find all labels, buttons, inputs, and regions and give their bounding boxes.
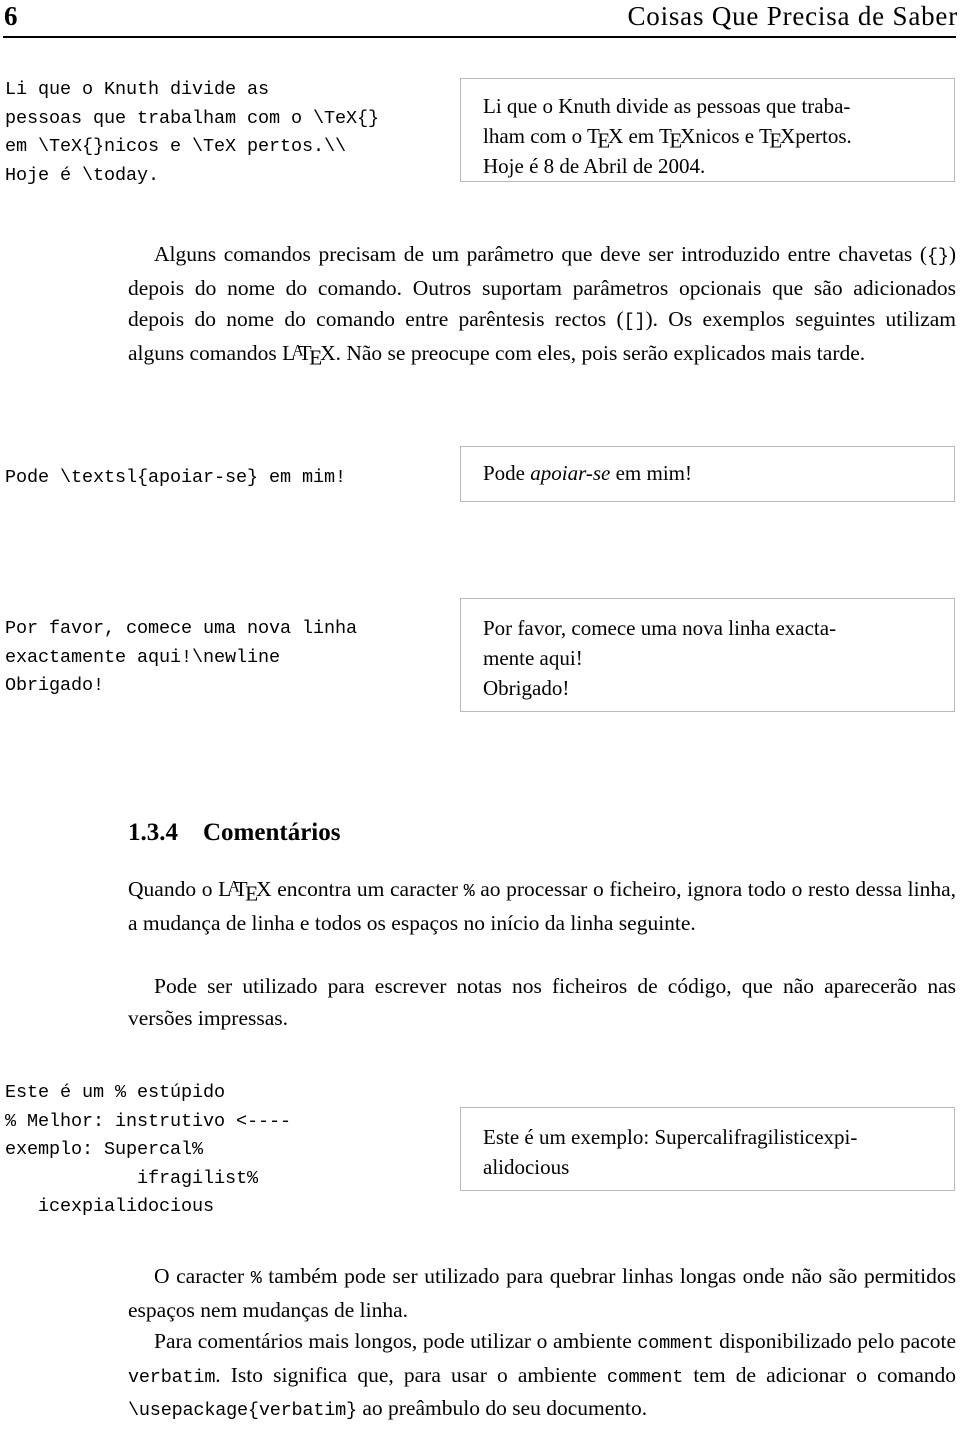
code-line: Este é um % estúpido bbox=[5, 1082, 226, 1103]
output-line-text: Este é um exemplo: Supercalifragilistice… bbox=[483, 1125, 858, 1149]
paragraph-comentarios-1: Quando o LATEX encontra um caracter % ao… bbox=[128, 874, 956, 939]
output-line: Por favor, comece uma nova linha exacta- bbox=[483, 613, 932, 643]
inline-code-percent: % bbox=[250, 1268, 262, 1289]
code-line: em \TeX{}nicos e \TeX pertos.\\ bbox=[5, 136, 347, 157]
header-rule bbox=[3, 36, 956, 38]
output-line-text: Obrigado! bbox=[483, 676, 570, 700]
inline-code-usepackage: \usepackage{verbatim} bbox=[128, 1400, 357, 1421]
output-line: lham com o TEX em TEXnicos e TEXpertos. bbox=[483, 121, 932, 153]
output-line-text: alidocious bbox=[483, 1155, 570, 1179]
inline-code-verbatim: verbatim bbox=[128, 1366, 216, 1388]
output-line: Li que o Knuth divide as pessoas que tra… bbox=[483, 91, 932, 121]
code-line: pessoas que trabalham com o \TeX{} bbox=[5, 107, 380, 129]
paragraph-text: . Não se preocupe com eles, pois serão e… bbox=[335, 340, 866, 365]
inline-code-comment: comment bbox=[606, 1366, 684, 1388]
code-sample-tex-knuth: Li que o Knuth divide as pessoas que tra… bbox=[5, 76, 435, 190]
code-line: Pode \textsl{apoiar-se} em mim! bbox=[5, 467, 347, 488]
code-line: Li que o Knuth divide as bbox=[5, 79, 270, 100]
paragraph-verbatim: Para comentários mais longos, pode utili… bbox=[128, 1326, 956, 1427]
code-line: icexpialidocious bbox=[5, 1196, 215, 1217]
paragraph-text: encontra um caracter bbox=[271, 877, 464, 901]
paragraph-parametros: Alguns comandos precisam de um parâmetro… bbox=[128, 239, 956, 371]
output-text-tex-knuth: Li que o Knuth divide as pessoas que tra… bbox=[483, 91, 932, 181]
output-line: Este é um exemplo: Supercalifragilistice… bbox=[483, 1122, 932, 1152]
running-head-title: Coisas Que Precisa de Saber bbox=[627, 1, 958, 31]
code-line: exemplo: Supercal% bbox=[5, 1139, 204, 1160]
output-box-newline: Por favor, comece uma nova linha exacta-… bbox=[460, 598, 955, 712]
tex-logo: TEX bbox=[587, 124, 624, 153]
output-line: Hoje é 8 de Abril de 2004. bbox=[483, 151, 932, 181]
tex-logo: TEX bbox=[659, 124, 696, 153]
section-heading-text: 1.3.4 Comentários bbox=[128, 819, 341, 846]
output-box-textsl: Pode apoiar-se em mim! bbox=[460, 446, 955, 502]
output-line-text: Por favor, comece uma nova linha exacta- bbox=[483, 616, 837, 640]
paragraph-text: Alguns comandos precisam de um parâmetro… bbox=[154, 242, 928, 266]
paragraph-text: ao preâmbulo do seu documento. bbox=[356, 1396, 648, 1420]
page-header: 6 Coisas Que Precisa de Saber bbox=[0, 0, 960, 44]
inline-code-brackets: [] bbox=[623, 311, 646, 332]
output-line: mente aqui! bbox=[483, 643, 932, 673]
output-text-newline: Por favor, comece uma nova linha exacta-… bbox=[483, 613, 932, 703]
output-line: alidocious bbox=[483, 1152, 932, 1182]
latex-logo: LATEX bbox=[282, 340, 336, 370]
paragraph-comentarios-2: Pode ser utilizado para escrever notas n… bbox=[128, 971, 956, 1034]
output-line-text: Pode bbox=[483, 461, 531, 485]
output-line: Obrigado! bbox=[483, 673, 932, 703]
code-line: Hoje é \today. bbox=[5, 164, 160, 186]
output-line-text: em bbox=[623, 124, 660, 148]
paragraph-text: Quando o bbox=[128, 877, 219, 901]
paragraph-text: . Isto significa que, para usar o ambien… bbox=[215, 1362, 607, 1387]
code-line: ifragilist% bbox=[5, 1167, 259, 1189]
code-line: Obrigado! bbox=[5, 675, 105, 696]
inline-code-comment: comment bbox=[637, 1333, 714, 1354]
paragraph-text: Para comentários mais longos, pode utili… bbox=[154, 1329, 638, 1353]
code-line: % Melhor: instrutivo <---- bbox=[5, 1110, 292, 1132]
output-line-text: em mim! bbox=[610, 461, 692, 485]
output-line-text: mente aqui! bbox=[483, 646, 583, 670]
inline-code-percent: % bbox=[463, 881, 475, 902]
output-slanted-text: apoiar-se bbox=[530, 461, 611, 485]
code-line: Por favor, comece uma nova linha bbox=[5, 618, 358, 639]
paragraph-text: O caracter bbox=[154, 1264, 251, 1288]
paragraph-quebrar-linhas: O caracter % também pode ser utilizado p… bbox=[128, 1261, 956, 1326]
inline-code-braces: {} bbox=[927, 246, 949, 267]
page-number: 6 bbox=[4, 1, 18, 31]
paragraph-text: disponibilizado pelo pacote bbox=[713, 1329, 956, 1353]
tex-logo: TEX bbox=[759, 124, 796, 153]
output-text-supercal: Este é um exemplo: Supercalifragilistice… bbox=[483, 1122, 932, 1182]
code-sample-comment-percent: Este é um % estúpido % Melhor: instrutiv… bbox=[5, 1079, 435, 1222]
code-sample-newline: Por favor, comece uma nova linha exactam… bbox=[5, 615, 435, 701]
code-line: exactamente aqui!\newline bbox=[5, 646, 281, 668]
output-line-text: nicos e bbox=[695, 124, 760, 148]
paragraph-text: tem de adicionar o comando bbox=[683, 1362, 956, 1387]
output-line-text: lham com o bbox=[483, 124, 588, 148]
output-line-text: Li que o Knuth divide as pessoas que tra… bbox=[483, 94, 851, 118]
code-sample-textsl: Pode \textsl{apoiar-se} em mim! bbox=[5, 464, 435, 493]
output-line-text: pertos. bbox=[795, 124, 852, 148]
output-box-tex-knuth: Li que o Knuth divide as pessoas que tra… bbox=[460, 78, 955, 182]
output-text-textsl: Pode apoiar-se em mim! bbox=[483, 458, 932, 488]
paragraph-text: Pode ser utilizado para escrever notas n… bbox=[128, 974, 956, 1030]
output-box-supercal: Este é um exemplo: Supercalifragilistice… bbox=[460, 1107, 955, 1191]
output-line-text: Hoje é 8 de Abril de 2004. bbox=[483, 154, 706, 178]
section-heading-comentarios: 1.3.4 Comentários bbox=[128, 817, 340, 849]
latex-logo: LATEX bbox=[218, 877, 272, 906]
